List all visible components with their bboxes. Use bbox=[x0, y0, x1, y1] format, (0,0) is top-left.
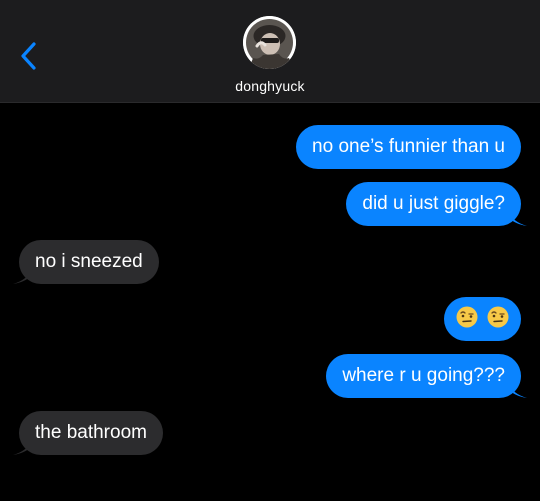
bubble-tail bbox=[13, 270, 31, 284]
message-bubble-outgoing[interactable]: no one’s funnier than u bbox=[296, 125, 521, 169]
message-text: the bathroom bbox=[35, 422, 147, 443]
message-bubble-outgoing[interactable]: where r u going??? bbox=[326, 354, 527, 398]
face-with-raised-eyebrow-icon bbox=[487, 306, 509, 328]
message-text: did u just giggle? bbox=[362, 193, 505, 214]
avatar[interactable] bbox=[243, 16, 296, 69]
bubble-tail bbox=[509, 384, 527, 398]
conversation-header: donghyuck bbox=[0, 0, 540, 103]
message-thread[interactable]: no one’s funnier than u did u just giggl… bbox=[0, 103, 540, 501]
message-text: no i sneezed bbox=[35, 251, 143, 272]
message-text: where r u going??? bbox=[342, 365, 505, 386]
message-bubble-outgoing[interactable]: did u just giggle? bbox=[346, 182, 527, 226]
message-bubble-outgoing[interactable] bbox=[443, 297, 521, 341]
message-text: no one’s funnier than u bbox=[312, 136, 505, 157]
contact-avatar-photo bbox=[243, 16, 296, 69]
message-bubble-incoming[interactable]: no i sneezed bbox=[13, 240, 159, 284]
back-button[interactable] bbox=[12, 38, 48, 74]
contact-name[interactable]: donghyuck bbox=[0, 78, 540, 94]
message-bubble-incoming[interactable]: the bathroom bbox=[13, 411, 163, 455]
bubble-tail bbox=[509, 212, 527, 226]
bubble-tail bbox=[13, 441, 31, 455]
chevron-left-icon bbox=[21, 42, 36, 70]
face-with-raised-eyebrow-icon bbox=[456, 306, 478, 328]
